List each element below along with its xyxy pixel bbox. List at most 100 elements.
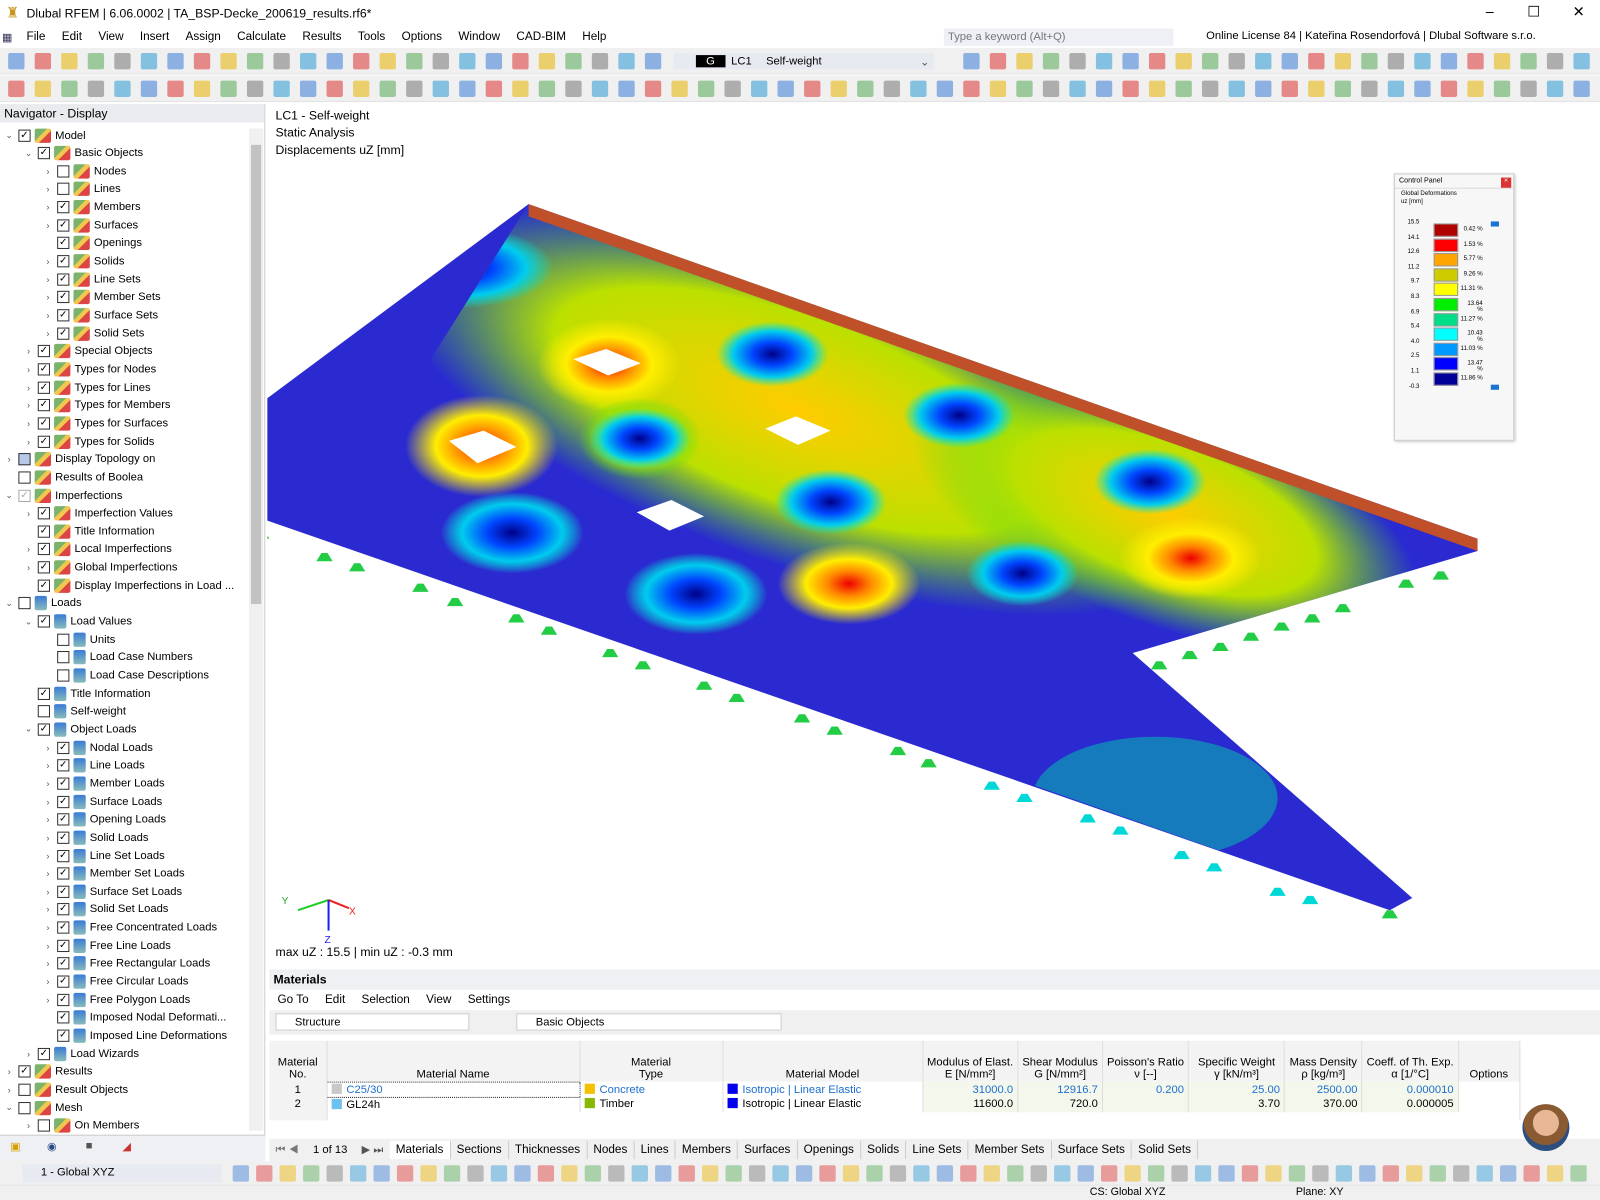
tab-lines[interactable]: Lines <box>634 1140 676 1160</box>
toolbar-tool-icon[interactable] <box>1382 1165 1399 1182</box>
materials-menu-settings[interactable]: Settings <box>460 994 519 1006</box>
load-case-selector[interactable]: G LC1 Self-weight ⌄ <box>673 53 934 70</box>
checkbox[interactable]: ✓ <box>57 921 70 934</box>
checkbox[interactable]: ✓ <box>57 795 70 808</box>
toolbar-tool-icon[interactable] <box>795 1165 813 1182</box>
checkbox[interactable] <box>18 453 31 466</box>
checkbox[interactable] <box>57 651 70 664</box>
toolbar-tool-icon[interactable] <box>1194 1165 1212 1182</box>
tab-surface-sets[interactable]: Surface Sets <box>1052 1140 1132 1160</box>
nav-item-types-for-members[interactable]: › ✓ Types for Members <box>23 397 171 414</box>
nav-item-member-set-loads[interactable]: › ✓ Member Set Loads <box>43 865 185 882</box>
chevron-right-icon[interactable]: › <box>23 436 33 446</box>
toolbar-tool-icon[interactable] <box>1281 53 1298 70</box>
data-tab-icon[interactable]: ▣ <box>10 1140 21 1153</box>
toolbar-tool-icon[interactable] <box>379 80 396 97</box>
toolbar-tool-icon[interactable] <box>256 1165 273 1182</box>
chevron-right-icon[interactable]: › <box>43 887 53 897</box>
chevron-right-icon[interactable]: › <box>43 256 53 266</box>
toolbar-tool-icon[interactable] <box>1077 1165 1094 1182</box>
toolbar-tool-icon[interactable] <box>1241 1165 1259 1182</box>
checkbox[interactable]: ✓ <box>37 687 50 700</box>
object-filter[interactable]: Basic Objects <box>516 1013 782 1031</box>
toolbar-tool-icon[interactable] <box>1175 53 1192 70</box>
toolbar-tool-icon[interactable] <box>1361 80 1378 97</box>
tab-solids[interactable]: Solids <box>861 1140 907 1160</box>
toolbar-tool-icon[interactable] <box>349 1165 367 1182</box>
checkbox[interactable]: ✓ <box>57 849 70 862</box>
column-header[interactable]: Material Model <box>722 1040 923 1082</box>
checkbox[interactable] <box>18 471 31 484</box>
toolbar-tool-icon[interactable] <box>1095 53 1113 70</box>
toolbar-tool-icon[interactable] <box>1122 80 1139 97</box>
toolbar-tool-icon[interactable] <box>1467 80 1484 97</box>
toolbar-tool-icon[interactable] <box>1124 1165 1141 1182</box>
column-header[interactable]: Specific Weight γ [kN/m³] <box>1188 1040 1286 1082</box>
toolbar-tool-icon[interactable] <box>537 1165 555 1182</box>
nav-item-units[interactable]: Units <box>43 631 115 648</box>
table-row[interactable]: 2 GL24h Timber Isotropic | Linear Elasti… <box>269 1096 1520 1112</box>
column-header[interactable]: Options <box>1458 1040 1520 1082</box>
toolbar-tool-icon[interactable] <box>61 53 78 70</box>
toolbar-tool-icon[interactable] <box>678 1165 695 1182</box>
checkbox[interactable] <box>57 669 70 682</box>
toolbar-tool-icon[interactable] <box>777 80 794 97</box>
toolbar-tool-icon[interactable] <box>193 53 211 70</box>
cell-G[interactable]: 12916.7 <box>1017 1081 1103 1097</box>
chevron-right-icon[interactable]: › <box>43 995 53 1005</box>
toolbar-tool-icon[interactable] <box>1288 1165 1306 1182</box>
chevron-down-icon[interactable]: ⌄ <box>4 1102 14 1113</box>
toolbar-tool-icon[interactable] <box>1171 1165 1188 1182</box>
nav-item-load-case-descriptions[interactable]: Load Case Descriptions <box>43 667 209 684</box>
toolbar-tool-icon[interactable] <box>1387 53 1405 70</box>
chevron-right-icon[interactable]: › <box>43 778 53 788</box>
toolbar-tool-icon[interactable] <box>34 80 52 97</box>
chevron-right-icon[interactable]: › <box>4 1067 14 1077</box>
toolbar-tool-icon[interactable] <box>1387 80 1405 97</box>
nav-item-model[interactable]: ⌄ ✓ Model <box>4 127 86 144</box>
chevron-right-icon[interactable]: › <box>43 166 53 176</box>
toolbar-tool-icon[interactable] <box>420 1165 437 1182</box>
column-header[interactable]: Material Name <box>326 1040 581 1082</box>
checkbox[interactable]: ✓ <box>57 291 70 304</box>
toolbar-tool-icon[interactable] <box>1281 80 1298 97</box>
toolbar-tool-icon[interactable] <box>1546 1165 1564 1182</box>
cell-E[interactable]: 11600.0 <box>922 1096 1019 1112</box>
checkbox[interactable] <box>18 1101 31 1114</box>
checkbox[interactable]: ✓ <box>37 363 50 376</box>
nav-item-display-imperfections-in-load[interactable]: ✓ Display Imperfections in Load ... <box>23 577 234 594</box>
toolbar-tool-icon[interactable] <box>279 1165 296 1182</box>
nav-item-mesh[interactable]: ⌄ Mesh <box>4 1099 83 1116</box>
display-tab-icon[interactable]: ◉ <box>47 1140 57 1153</box>
toolbar-tool-icon[interactable] <box>1054 1165 1071 1182</box>
materials-menu-edit[interactable]: Edit <box>317 994 354 1006</box>
toolbar-tool-icon[interactable] <box>273 80 290 97</box>
nav-item-free-polygon-loads[interactable]: › ✓ Free Polygon Loads <box>43 991 190 1008</box>
options-cell[interactable] <box>1458 1096 1520 1112</box>
menu-cad-bim[interactable]: CAD-BIM <box>508 31 574 43</box>
tab-line-sets[interactable]: Line Sets <box>906 1140 969 1160</box>
toolbar-tool-icon[interactable] <box>459 80 476 97</box>
toolbar-tool-icon[interactable] <box>724 80 741 97</box>
nav-item-imposed-nodal-deformati[interactable]: ✓ Imposed Nodal Deformati... <box>43 1009 226 1026</box>
checkbox[interactable]: ✓ <box>37 399 50 412</box>
nav-item-local-imperfections[interactable]: › ✓ Local Imperfections <box>23 541 172 558</box>
toolbar-tool-icon[interactable] <box>373 1165 390 1182</box>
toolbar-tool-icon[interactable] <box>512 53 529 70</box>
toolbar-tool-icon[interactable] <box>631 1165 648 1182</box>
toolbar-tool-icon[interactable] <box>432 80 449 97</box>
toolbar-tool-icon[interactable] <box>34 53 52 70</box>
toolbar-tool-icon[interactable] <box>1042 80 1060 97</box>
toolbar-tool-icon[interactable] <box>671 80 688 97</box>
toolbar-tool-icon[interactable] <box>1016 80 1033 97</box>
toolbar-tool-icon[interactable] <box>1255 80 1272 97</box>
toolbar-tool-icon[interactable] <box>1429 1165 1446 1182</box>
toolbar-tool-icon[interactable] <box>1440 53 1458 70</box>
nav-item-basic-objects[interactable]: ⌄ ✓ Basic Objects <box>23 145 143 162</box>
checkbox[interactable] <box>57 633 70 646</box>
menu-edit[interactable]: Edit <box>54 31 91 43</box>
toolbar-tool-icon[interactable] <box>804 80 821 97</box>
nav-item-nodes[interactable]: › Nodes <box>43 163 126 180</box>
checkbox[interactable]: ✓ <box>37 525 50 538</box>
nav-item-global-imperfections[interactable]: › ✓ Global Imperfections <box>23 559 177 576</box>
